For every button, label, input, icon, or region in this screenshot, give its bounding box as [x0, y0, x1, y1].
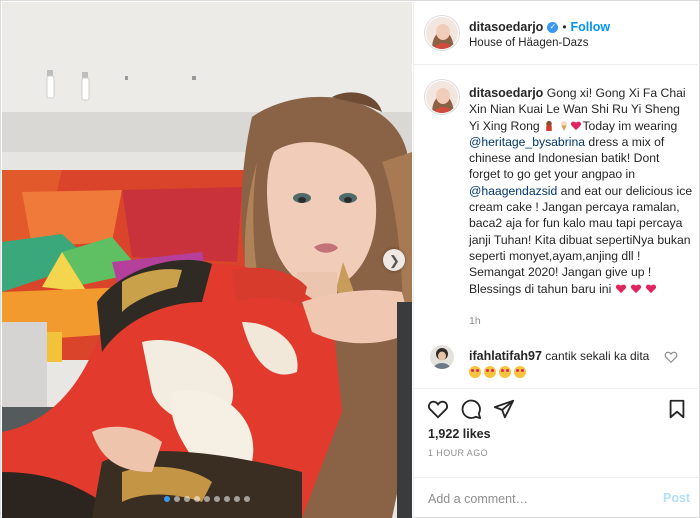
heart-emoji-icon — [630, 284, 642, 293]
share-paper-plane-icon[interactable] — [493, 398, 515, 420]
woman-emoji-icon — [546, 120, 552, 131]
commenter-avatar[interactable] — [430, 345, 454, 369]
caption-timestamp: 1h — [469, 315, 481, 327]
caption-part: Today im wearing — [582, 118, 678, 133]
comment-bubble-icon[interactable] — [460, 398, 482, 420]
avatar-image — [426, 81, 458, 113]
heart-eyes-emoji-icon — [484, 366, 496, 378]
avatar-image — [426, 17, 458, 49]
like-heart-icon[interactable] — [427, 398, 449, 420]
post-header: ditasoedarjo ✓ • Follow House of Häagen-… — [414, 2, 700, 65]
post-photo[interactable]: ❯ — [2, 2, 412, 518]
comment-like-heart-icon[interactable] — [664, 350, 678, 364]
heart-emoji-icon — [646, 284, 657, 293]
carousel-dot — [214, 496, 220, 502]
mention-heritage[interactable]: @heritage_bysabrina — [469, 135, 585, 149]
separator-dot: • — [562, 20, 567, 34]
carousel-dot — [174, 496, 180, 502]
caption-text: ditasoedarjo Gong xi! Gong Xi Fa Chai Xi… — [469, 85, 693, 297]
carousel-dot — [204, 496, 210, 502]
chevron-right-icon: ❯ — [389, 252, 400, 268]
post-comment-button[interactable]: Post — [663, 491, 690, 505]
post-details-panel: ditasoedarjo ✓ • Follow House of Häagen-… — [413, 2, 700, 518]
save-bookmark-icon[interactable] — [666, 398, 688, 420]
caption-section: ditasoedarjo Gong xi! Gong Xi Fa Chai Xi… — [414, 66, 700, 336]
caption-username[interactable]: ditasoedarjo — [469, 86, 543, 100]
post-image — [2, 2, 412, 518]
commenter-username[interactable]: ifahlatifah97 — [469, 349, 542, 363]
add-comment-input[interactable] — [428, 490, 648, 508]
mention-haagendazs[interactable]: @haagendazsid — [469, 184, 557, 198]
likes-count[interactable]: 1,922 likes — [428, 427, 491, 441]
post-age: 1 HOUR AGO — [428, 448, 489, 458]
carousel-dot — [184, 496, 190, 502]
author-avatar[interactable] — [426, 17, 458, 49]
heart-emoji-icon — [615, 284, 626, 293]
ice-cream-emoji-icon — [561, 120, 568, 131]
heart-eyes-emoji-icon — [499, 366, 511, 378]
carousel-indicator — [2, 496, 412, 502]
comment-emojis — [469, 366, 669, 383]
carousel-dot — [194, 496, 200, 502]
author-username[interactable]: ditasoedarjo — [469, 20, 543, 34]
heart-eyes-emoji-icon — [514, 366, 526, 378]
heart-eyes-emoji-icon — [469, 366, 481, 378]
caption-avatar[interactable] — [426, 81, 458, 113]
instagram-post-window: ❯ ditasoedarjo ✓ • Follow House of Häage… — [0, 0, 700, 518]
verified-badge-icon: ✓ — [547, 21, 559, 33]
heart-emoji-icon — [571, 121, 582, 130]
next-photo-button[interactable]: ❯ — [383, 249, 405, 271]
location-link[interactable]: House of Häagen-Dazs — [469, 37, 589, 49]
follow-button[interactable]: Follow — [571, 20, 611, 34]
add-comment-bar: Post — [414, 477, 700, 518]
avatar-image — [430, 345, 454, 369]
header-user-row: ditasoedarjo ✓ • Follow — [469, 20, 610, 34]
carousel-dot — [164, 496, 170, 502]
carousel-dot — [234, 496, 240, 502]
caption-part: and eat our delicious ice cream cake ! J… — [469, 183, 693, 296]
comment-text: ifahlatifah97 cantik sekali ka dita — [469, 348, 669, 383]
carousel-dot — [224, 496, 230, 502]
carousel-dot — [244, 496, 250, 502]
comment-row: ifahlatifah97 cantik sekali ka dita — [414, 342, 700, 382]
comment-body: cantik sekali ka dita — [541, 349, 650, 363]
